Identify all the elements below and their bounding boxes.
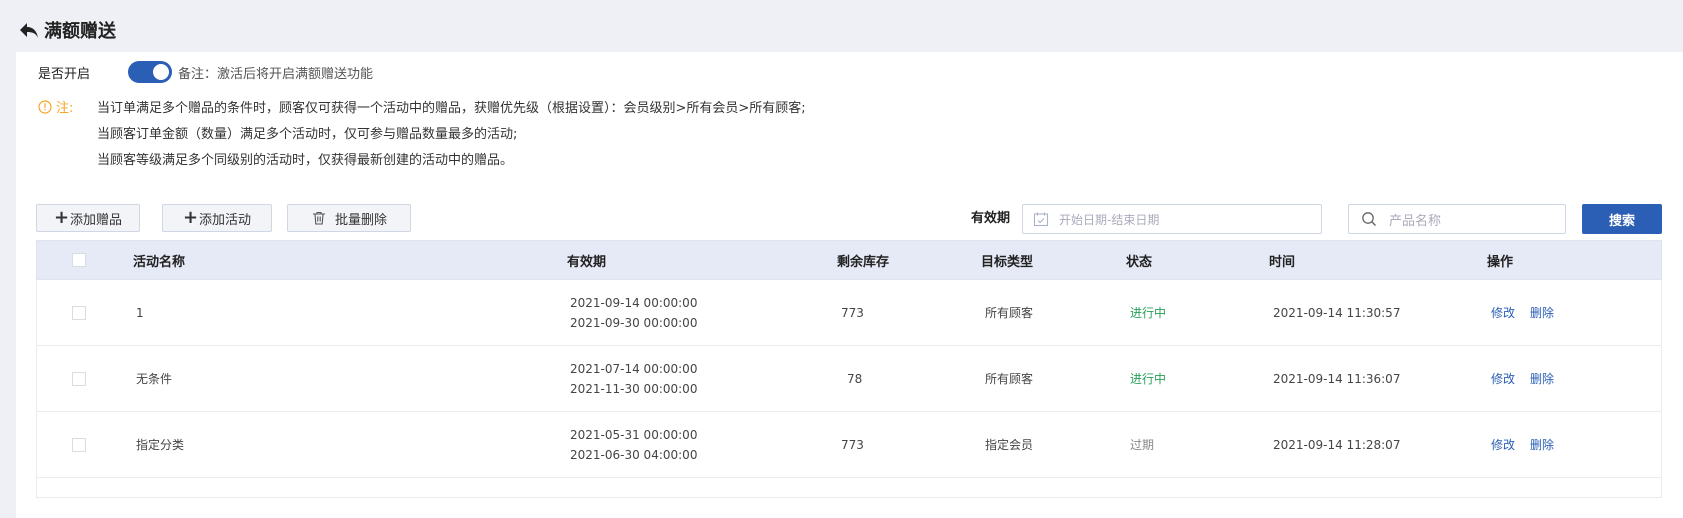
- plus-icon: +: [53, 207, 70, 228]
- validity-end: 2021-06-30 04:00:00: [570, 447, 698, 462]
- created-time: 2021-09-14 11:36:07: [1273, 371, 1401, 386]
- toggle-knob: [153, 64, 169, 80]
- row-checkbox[interactable]: [72, 371, 86, 386]
- activity-name: 指定分类: [136, 438, 185, 452]
- col-header-name: 活动名称: [133, 254, 186, 270]
- table-header: 活动名称 有效期 剩余库存 目标类型 状态 时间 操作: [36, 240, 1662, 280]
- validity-start: 2021-09-14 00:00:00: [570, 295, 698, 310]
- add-gift-label: 添加赠品: [70, 212, 123, 228]
- validity-period: 2021-09-14 00:00:00 2021-09-30 00:00:00: [570, 293, 697, 333]
- target-type: 指定会员: [985, 438, 1034, 452]
- page-header: 满额赠送: [18, 14, 116, 46]
- date-range-input[interactable]: 开始日期-结束日期: [1022, 204, 1322, 234]
- main-panel: 是否开启 备注：激活后将开启满额赠送功能 注: 当订单满足多个赠品的条件时，顾客…: [16, 52, 1683, 518]
- status-badge: 进行中: [1130, 372, 1167, 386]
- add-activity-label: 添加活动: [199, 212, 252, 228]
- activity-table: 活动名称 有效期 剩余库存 目标类型 状态 时间 操作 1 2021-09-14…: [36, 240, 1662, 498]
- validity-end: 2021-09-30 00:00:00: [570, 315, 698, 330]
- col-header-status: 状态: [1126, 254, 1153, 270]
- col-header-stock: 剩余库存: [837, 254, 890, 270]
- delete-link[interactable]: 删除: [1530, 304, 1554, 321]
- validity-start: 2021-07-14 00:00:00: [570, 361, 698, 376]
- target-type: 所有顾客: [985, 372, 1034, 386]
- enable-toggle[interactable]: [128, 61, 172, 83]
- page-title: 满额赠送: [44, 21, 116, 42]
- add-activity-button[interactable]: + 添加活动: [162, 204, 272, 232]
- product-search-input[interactable]: 产品名称: [1348, 204, 1566, 234]
- created-time: 2021-09-14 11:28:07: [1273, 437, 1401, 452]
- edit-link[interactable]: 修改: [1491, 304, 1515, 321]
- validity-label: 有效期: [971, 211, 1011, 226]
- search-button[interactable]: 搜索: [1582, 204, 1662, 234]
- search-placeholder: 产品名称: [1389, 213, 1442, 229]
- remaining-stock: 773: [841, 437, 864, 452]
- notice-prefix-text: 注:: [56, 101, 74, 116]
- edit-link[interactable]: 修改: [1491, 370, 1515, 387]
- created-time: 2021-09-14 11:30:57: [1273, 305, 1401, 320]
- row-checkbox[interactable]: [72, 305, 86, 320]
- enable-row: 是否开启 备注：激活后将开启满额赠送功能: [38, 58, 373, 86]
- table-row: 指定分类 2021-05-31 00:00:00 2021-06-30 04:0…: [36, 412, 1662, 478]
- validity-period: 2021-07-14 00:00:00 2021-11-30 00:00:00: [570, 359, 697, 399]
- col-header-target: 目标类型: [981, 254, 1034, 270]
- status-badge: 过期: [1130, 438, 1155, 452]
- trash-icon: [311, 210, 327, 226]
- table-row: 无条件 2021-07-14 00:00:00 2021-11-30 00:00…: [36, 346, 1662, 412]
- table-row: 1 2021-09-14 00:00:00 2021-09-30 00:00:0…: [36, 280, 1662, 346]
- validity-end: 2021-11-30 00:00:00: [570, 381, 698, 396]
- remaining-stock: 78: [847, 371, 863, 386]
- col-header-validity: 有效期: [567, 254, 607, 270]
- validity-period: 2021-05-31 00:00:00 2021-06-30 04:00:00: [570, 425, 697, 465]
- status-badge: 进行中: [1130, 306, 1167, 320]
- notice-line: 当顾客订单金额（数量）满足多个活动时，仅可参与赠品数量最多的活动;: [97, 127, 518, 142]
- delete-link[interactable]: 删除: [1530, 436, 1554, 453]
- col-header-actions: 操作: [1487, 254, 1514, 270]
- remaining-stock: 773: [841, 305, 864, 320]
- activity-name: 无条件: [136, 372, 173, 386]
- back-arrow-icon[interactable]: [18, 19, 40, 41]
- row-checkbox[interactable]: [72, 437, 86, 452]
- notice-line: 当订单满足多个赠品的条件时，顾客仅可获得一个活动中的赠品，获赠优先级（根据设置）…: [97, 101, 806, 116]
- search-icon: [1361, 211, 1377, 227]
- enable-note: 备注：激活后将开启满额赠送功能: [178, 66, 374, 82]
- notice-block: 注: 当订单满足多个赠品的条件时，顾客仅可获得一个活动中的赠品，获赠优先级（根据…: [38, 97, 1668, 168]
- batch-delete-label: 批量删除: [334, 212, 387, 228]
- col-header-time: 时间: [1269, 254, 1296, 270]
- notice-prefix: 注:: [38, 97, 73, 116]
- calendar-icon: [1033, 211, 1049, 227]
- activity-name: 1: [136, 305, 144, 320]
- edit-link[interactable]: 修改: [1491, 436, 1515, 453]
- enable-label: 是否开启: [38, 66, 91, 82]
- target-type: 所有顾客: [985, 306, 1034, 320]
- add-gift-button[interactable]: + 添加赠品: [36, 204, 140, 232]
- select-all-checkbox[interactable]: [72, 253, 86, 267]
- batch-delete-button[interactable]: 批量删除: [287, 204, 411, 232]
- delete-link[interactable]: 删除: [1530, 370, 1554, 387]
- table-row: [36, 478, 1662, 498]
- warning-icon: [38, 99, 52, 114]
- plus-icon: +: [182, 207, 199, 228]
- notice-line: 当顾客等级满足多个同级别的活动时，仅获得最新创建的活动中的赠品。: [97, 153, 514, 168]
- date-range-placeholder: 开始日期-结束日期: [1059, 212, 1160, 227]
- validity-start: 2021-05-31 00:00:00: [570, 427, 698, 442]
